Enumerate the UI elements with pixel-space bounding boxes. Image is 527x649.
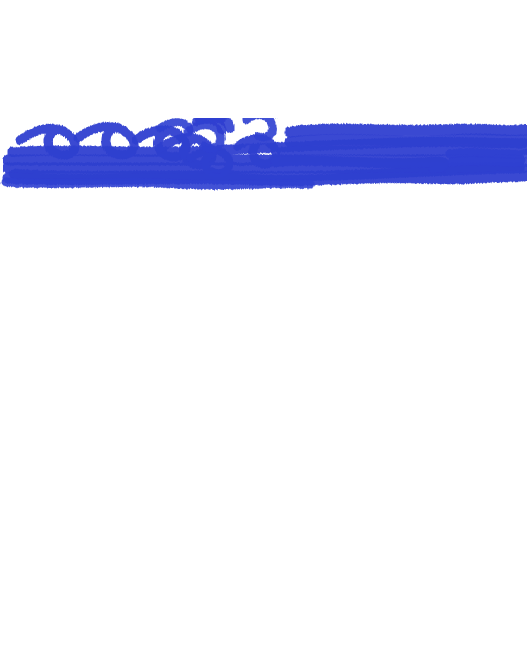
object-node-flight-5[interactable]: Flight 5: {name: 'Flight 5', description… <box>0 600 527 624</box>
object-node-flight-3[interactable]: Flight 3: {name: 'Flight 3', description… <box>0 552 527 576</box>
redaction-patch <box>118 114 527 118</box>
property-row-id[interactable]: id: "EF_700001133" <box>0 288 527 312</box>
object-node-flight-1[interactable]: Flight 1: <box>0 48 527 72</box>
property-row-state[interactable]: state: "Active" <box>0 384 527 408</box>
property-row-createtimestamp[interactable]: createTimestamp: {val <box>0 144 527 168</box>
redaction-patch-etag <box>108 446 458 469</box>
property-row-redacted[interactable] <box>0 168 527 192</box>
root-object-row[interactable]: {Flight 2: {…}, Flight 1: {…}, Flight 4:… <box>0 24 527 48</box>
property-row-description[interactable]: description: null <box>0 192 527 216</box>
devtools-console-output[interactable]: Formik {Flight 2: {…}, Flight 1: {…}, Fl… <box>0 0 527 649</box>
property-row-attributes[interactable]: attributes: null <box>0 72 527 96</box>
property-row-lastupdatedby[interactable]: lastUpdatedBy: ' <box>0 336 527 360</box>
object-node-flight-4[interactable]: Flight 4: {name: 'Flight 4', description… <box>0 576 527 600</box>
redaction-patch-blank-line <box>40 256 527 282</box>
console-log-label: Formik <box>0 0 527 24</box>
redaction-patch-self <box>110 470 440 493</box>
property-row-createdby[interactable]: createdBy: ' <box>0 120 527 144</box>
property-row-lastupdatetimestamp[interactable]: lastUpdateTimestamp: {value: '2021-10-04… <box>0 312 527 336</box>
property-row-tags[interactable]: tags: null <box>0 408 527 432</box>
property-row-name[interactable]: name: "Flight 1" <box>0 360 527 384</box>
prototype-row[interactable]: [[Prototype]]: Object <box>0 504 527 528</box>
object-node-flight-2[interactable]: Flight 2: {name: 'Flight 2', description… <box>0 528 527 552</box>
property-row-entitytypeid[interactable]: entityTypeId: null <box>0 216 527 240</box>
object-node-flight-6[interactable]: Flight 6: {name: 'Flight 6', bucketPerce… <box>0 624 527 648</box>
